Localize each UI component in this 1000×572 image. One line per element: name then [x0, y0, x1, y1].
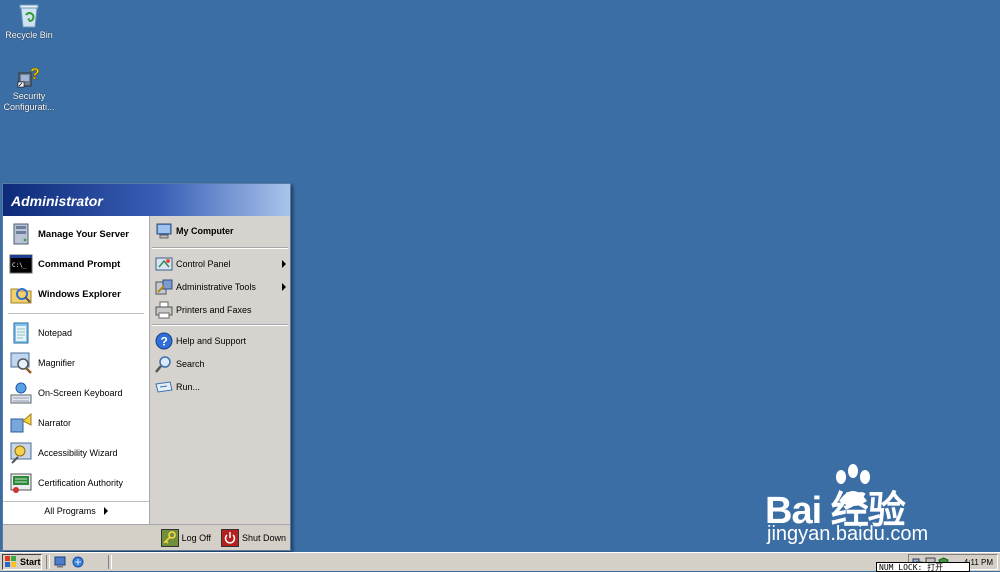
svg-text:?: ?	[30, 66, 40, 83]
menu-item-administrative-tools[interactable]: Administrative Tools	[150, 275, 290, 298]
menu-item-label: Narrator	[38, 418, 72, 428]
menu-item-command-prompt[interactable]: C:\_ Command Prompt	[3, 249, 149, 279]
menu-item-control-panel[interactable]: Control Panel	[150, 252, 290, 275]
log-off-label: Log Off	[181, 532, 211, 543]
start-menu-left-pane: Manage Your Server C:\_ Command Prompt W…	[3, 216, 150, 524]
printer-icon	[155, 301, 173, 319]
computer-icon	[155, 222, 173, 240]
search-icon	[155, 355, 173, 373]
desktop-icon-label: Security Configurati...	[0, 91, 59, 113]
desktop-icon-label-line2: Configurati...	[3, 102, 55, 112]
menu-item-label: Control Panel	[176, 258, 231, 269]
certificate-icon	[9, 471, 33, 495]
start-button[interactable]: Start	[2, 554, 42, 570]
explorer-icon	[9, 282, 33, 306]
menu-item-label: Command Prompt	[38, 258, 121, 270]
chevron-right-icon	[103, 507, 108, 515]
control-panel-icon	[155, 255, 173, 273]
menu-item-label: Accessibility Wizard	[38, 448, 118, 458]
separator	[152, 324, 288, 326]
menu-item-certification-authority[interactable]: Certification Authority	[3, 468, 149, 498]
menu-item-label: Administrative Tools	[176, 281, 256, 292]
power-icon	[220, 528, 239, 547]
key-icon	[160, 528, 179, 547]
menu-item-search[interactable]: Search	[150, 352, 290, 375]
menu-item-label: On-Screen Keyboard	[38, 388, 123, 398]
start-menu: Administrator Manage Your Server C:\_ Co…	[2, 183, 291, 551]
log-off-button[interactable]: Log Off	[160, 528, 211, 547]
menu-item-label: Printers and Faxes	[176, 304, 252, 315]
menu-item-label: My Computer	[176, 226, 234, 236]
security-configuration-icon: ?	[17, 66, 40, 88]
desktop-icon-recycle-bin[interactable]: Recycle Bin	[0, 2, 59, 41]
taskbar-divider	[108, 555, 112, 569]
help-icon: ?	[155, 332, 173, 350]
menu-item-label: Help and Support	[176, 335, 247, 346]
menu-item-label: Search	[176, 358, 205, 369]
start-menu-right-pane: My Computer Control Panel Administrative…	[150, 216, 290, 524]
menu-item-printers-and-faxes[interactable]: Printers and Faxes	[150, 298, 290, 321]
desktop-icon-label: Recycle Bin	[5, 30, 53, 40]
menu-item-label: Notepad	[38, 328, 73, 338]
menu-item-run[interactable]: Run...	[150, 375, 290, 398]
menu-item-help-and-support[interactable]: ? Help and Support	[150, 329, 290, 352]
server-icon	[9, 222, 33, 246]
run-icon	[155, 378, 173, 396]
chevron-right-icon	[282, 283, 286, 291]
chevron-right-icon	[282, 260, 286, 268]
recycle-bin-icon	[19, 4, 39, 28]
quicklaunch-internet-explorer[interactable]	[71, 555, 85, 569]
svg-text:?: ?	[161, 334, 168, 348]
watermark-url: jingyan.baidu.com	[767, 523, 929, 545]
menu-item-accessibility-wizard[interactable]: Accessibility Wizard	[3, 438, 149, 468]
separator	[8, 313, 144, 314]
menu-item-magnifier[interactable]: Magnifier	[3, 348, 149, 378]
admin-tools-icon	[155, 278, 173, 296]
desktop-icon	[54, 556, 66, 568]
quicklaunch-show-desktop[interactable]	[53, 555, 67, 569]
shut-down-button[interactable]: Shut Down	[220, 528, 286, 547]
start-menu-body: Manage Your Server C:\_ Command Prompt W…	[3, 216, 290, 524]
accessibility-icon	[9, 441, 33, 465]
shut-down-label: Shut Down	[241, 532, 286, 543]
start-label: Start	[20, 557, 41, 567]
internet-explorer-icon	[72, 556, 84, 568]
user-name: Administrator	[11, 193, 103, 209]
notepad-icon	[9, 321, 33, 345]
menu-item-label: Run...	[176, 381, 201, 392]
menu-item-notepad[interactable]: Notepad	[3, 318, 149, 348]
menu-item-label: Windows Explorer	[38, 288, 121, 300]
taskbar-divider	[46, 555, 50, 569]
menu-item-windows-explorer[interactable]: Windows Explorer	[3, 279, 149, 309]
windows-logo-icon	[5, 556, 16, 567]
start-menu-footer: Log Off Shut Down	[3, 524, 290, 550]
menu-item-label: Manage Your Server	[38, 228, 129, 240]
magnifier-icon	[9, 351, 33, 375]
desktop-icon-label-line1: Security	[12, 91, 46, 101]
all-programs-button[interactable]: All Programs	[3, 501, 149, 520]
menu-item-narrator[interactable]: Narrator	[3, 408, 149, 438]
separator	[152, 247, 288, 249]
keyboard-icon	[9, 381, 33, 405]
menu-item-my-computer[interactable]: My Computer	[150, 218, 290, 244]
menu-item-label: Certification Authority	[38, 478, 124, 488]
desktop-icon-security-configuration[interactable]: ? Security Configurati...	[0, 63, 59, 113]
all-programs-label: All Programs	[44, 506, 96, 516]
baidu-watermark: Bai 经验 jingyan.baidu.com	[765, 463, 965, 553]
narrator-icon	[9, 411, 33, 435]
start-menu-user-header: Administrator	[3, 184, 290, 216]
command-prompt-icon: C:\_	[9, 252, 33, 276]
svg-text:C:\_: C:\_	[12, 262, 27, 269]
taskbar: Start 4:11 PM	[0, 552, 1000, 571]
menu-item-label: Magnifier	[38, 358, 76, 368]
menu-item-manage-your-server[interactable]: Manage Your Server	[3, 219, 149, 249]
menu-item-on-screen-keyboard[interactable]: On-Screen Keyboard	[3, 378, 149, 408]
